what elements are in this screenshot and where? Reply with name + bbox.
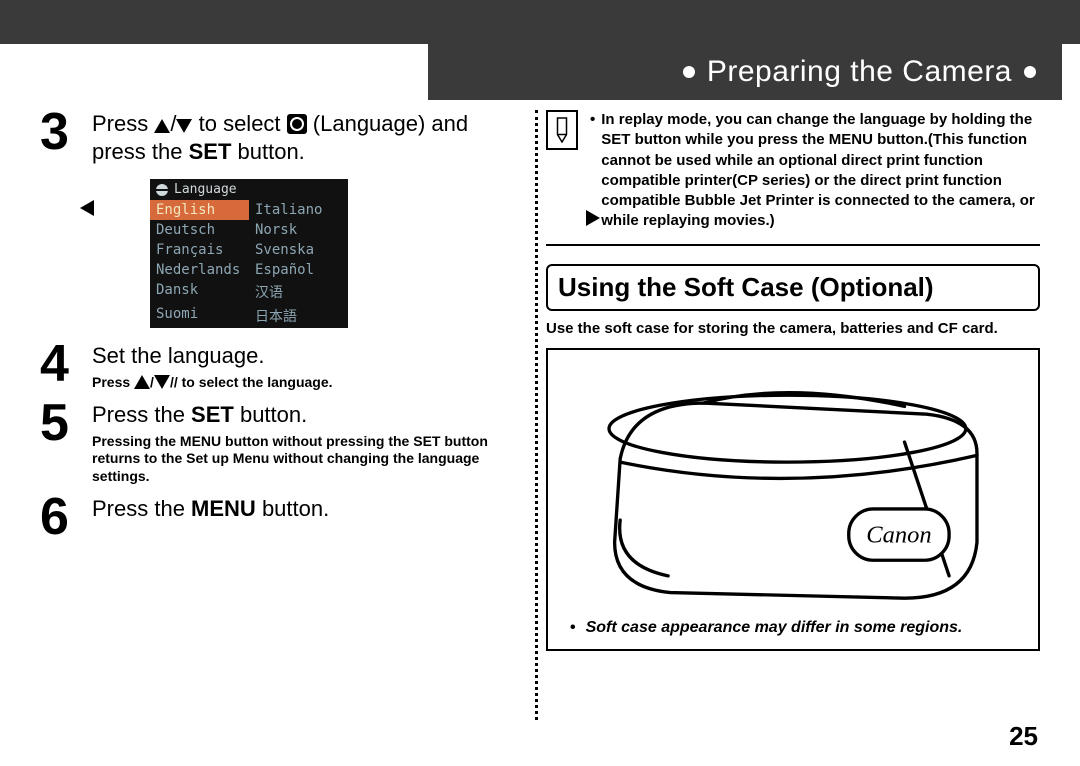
softcase-subtext: Use the soft case for storing the camera… <box>546 319 1040 339</box>
step-body: Press the SET button. Pressing the MENU … <box>92 397 510 485</box>
column-divider <box>535 110 538 720</box>
language-option: Español <box>249 260 348 280</box>
left-column: 3 Press / to select (Language) and press… <box>40 100 510 726</box>
language-option: Nederlands <box>150 260 249 280</box>
language-menu-title: Language <box>150 179 348 200</box>
step-number: 4 <box>40 338 84 391</box>
page-number: 25 <box>1009 721 1038 752</box>
step-5: 5 Press the SET button. Pressing the MEN… <box>40 397 510 485</box>
language-menu-screenshot: Language English Italiano Deutsch Norsk … <box>150 179 348 328</box>
down-arrow-icon <box>176 119 192 133</box>
language-option: Suomi <box>150 304 249 328</box>
bullet-icon <box>683 66 695 78</box>
brand-label: Canon <box>866 521 931 548</box>
language-option: Svenska <box>249 240 348 260</box>
softcase-footnote: Soft case appearance may differ in some … <box>570 619 1016 637</box>
right-column: In replay mode, you can change the langu… <box>546 110 1040 726</box>
step-6: 6 Press the MENU button. <box>40 491 510 543</box>
language-option: 汉语 <box>249 280 348 304</box>
softcase-illustration: Canon Soft case appearance may differ in… <box>546 348 1040 651</box>
softcase-heading: Using the Soft Case (Optional) <box>546 264 1040 311</box>
step-subtext: Press /// to select the language. <box>92 374 492 392</box>
up-arrow-icon <box>134 375 150 389</box>
step-body: Set the language. Press /// to select th… <box>92 338 510 391</box>
step-body: Press / to select (Language) and press t… <box>92 106 510 165</box>
up-arrow-icon <box>154 119 170 133</box>
language-option: 日本語 <box>249 304 348 328</box>
language-option: Italiano <box>249 200 348 220</box>
manual-page: Preparing the Camera 3 Press / to select… <box>0 0 1080 766</box>
step-number: 5 <box>40 397 84 485</box>
step-body: Press the MENU button. <box>92 491 510 543</box>
top-bar <box>0 0 1080 44</box>
pencil-note-icon <box>546 110 578 150</box>
note-box: In replay mode, you can change the langu… <box>546 110 1040 246</box>
language-option: Français <box>150 240 249 260</box>
left-arrow-icon <box>80 200 94 216</box>
globe-icon <box>156 184 168 196</box>
language-icon <box>287 114 307 134</box>
note-text: In replay mode, you can change the langu… <box>590 110 1040 232</box>
language-option: Dansk <box>150 280 249 304</box>
bullet-icon <box>1024 66 1036 78</box>
step-number: 3 <box>40 106 84 165</box>
step-subtext: Pressing the MENU button without pressin… <box>92 433 492 486</box>
language-option: Norsk <box>249 220 348 240</box>
language-option: Deutsch <box>150 220 249 240</box>
language-option: English <box>150 200 249 220</box>
section-title-bar: Preparing the Camera <box>428 44 1062 100</box>
down-arrow-icon <box>154 375 170 389</box>
step-4: 4 Set the language. Press /// to select … <box>40 338 510 391</box>
section-title: Preparing the Camera <box>707 55 1012 89</box>
step-3: 3 Press / to select (Language) and press… <box>40 106 510 165</box>
step-number: 6 <box>40 491 84 543</box>
